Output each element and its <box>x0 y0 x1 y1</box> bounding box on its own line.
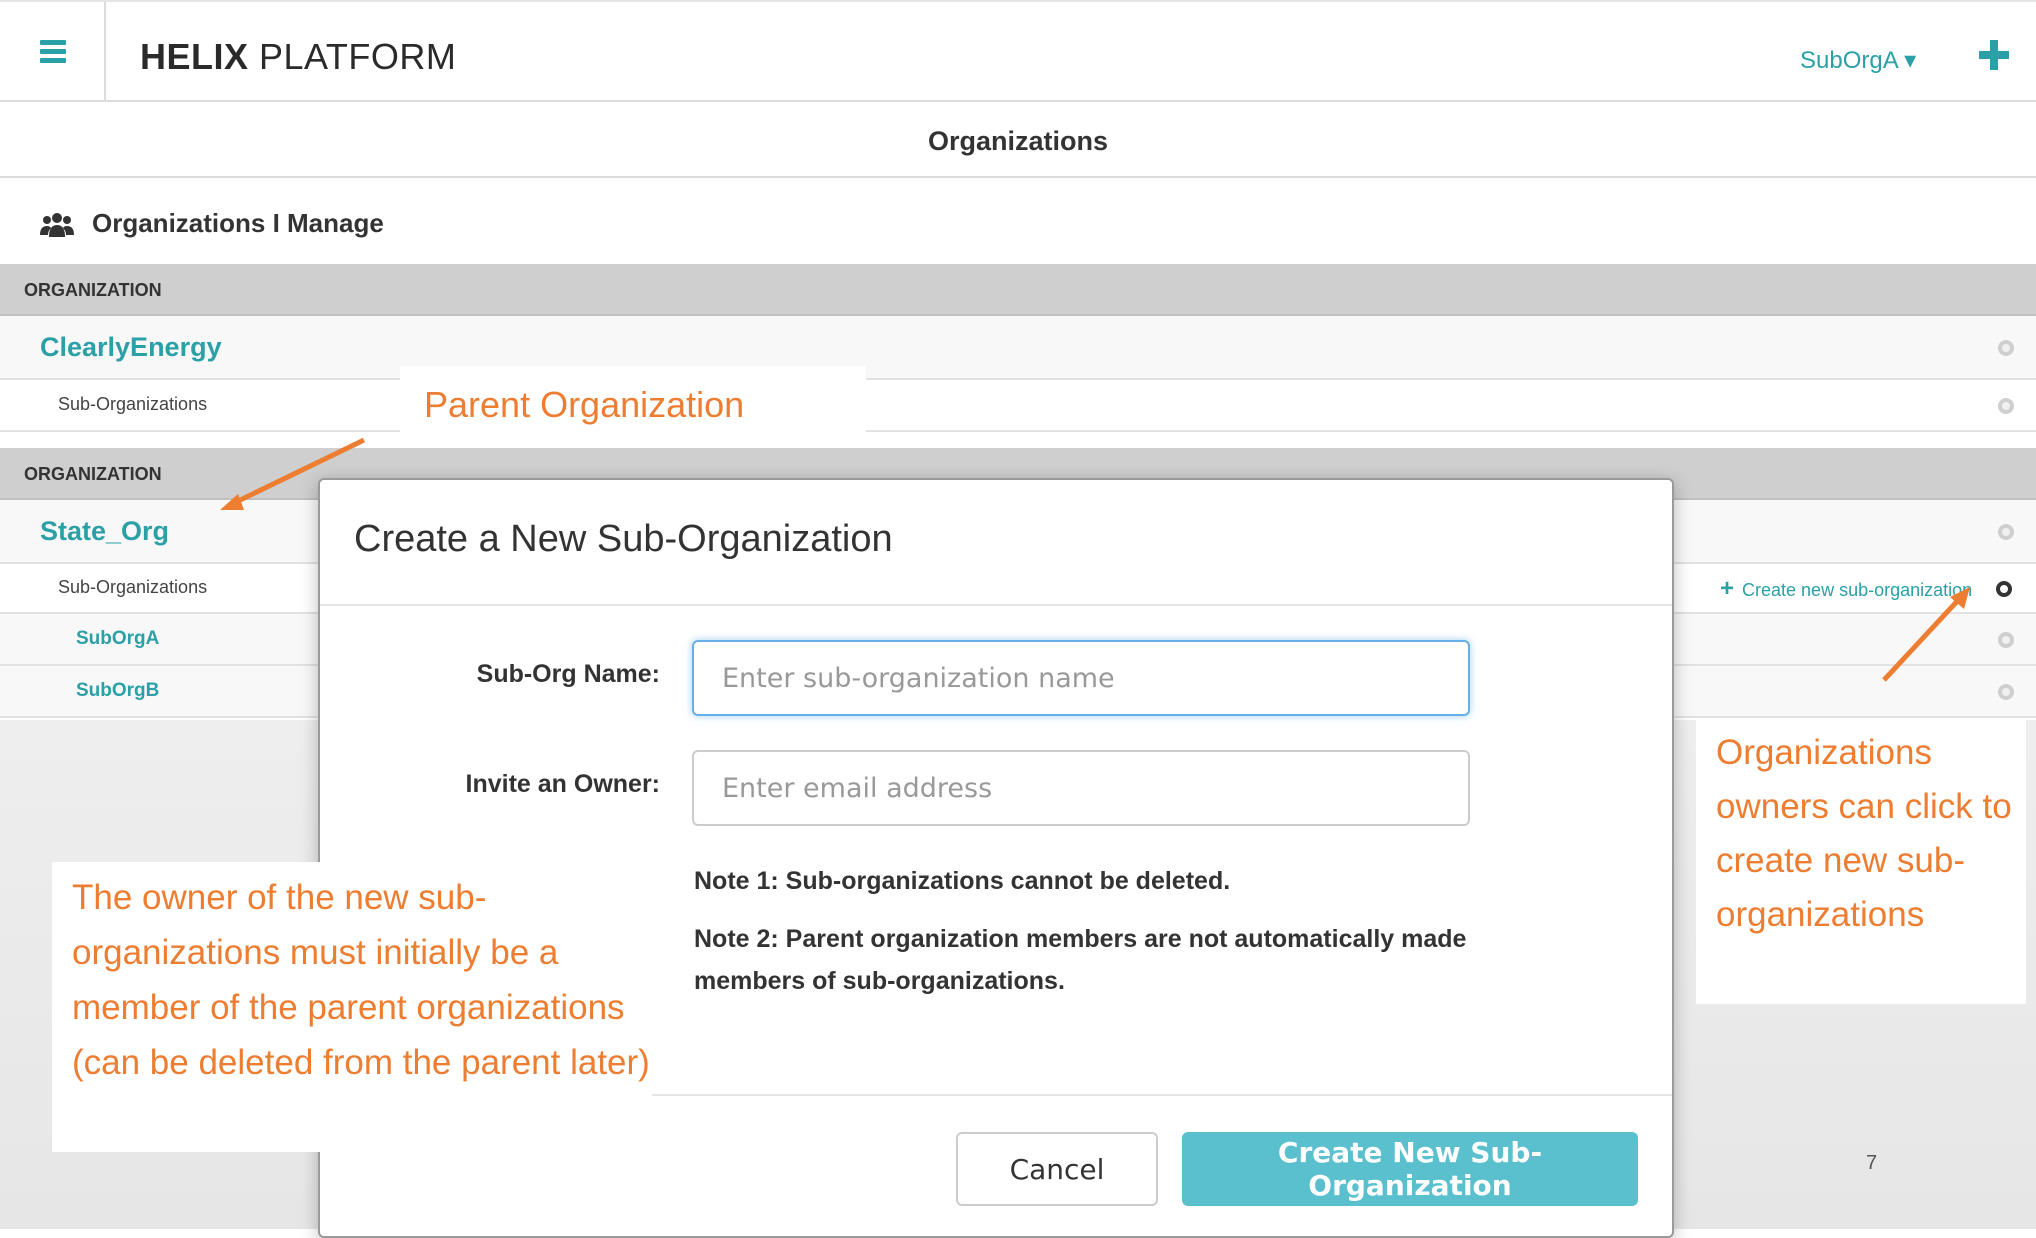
create-sub-org-link[interactable]: + Create new sub-organization <box>1720 575 1972 603</box>
org-table-header: ORGANIZATION <box>0 264 2036 316</box>
sub-org-name-input[interactable] <box>692 640 1470 716</box>
sub-org-name-label: Sub-Org Name: <box>476 660 660 688</box>
gear-icon[interactable] <box>1998 340 2014 356</box>
org-row: ClearlyEnergy <box>0 316 2036 380</box>
gear-icon[interactable] <box>1998 398 2014 414</box>
modal-title: Create a New Sub-Organization <box>354 518 893 560</box>
annotation-owners-create: Organizations owners can click to create… <box>1696 718 2026 1004</box>
sub-organizations-label: Sub-Organizations <box>58 394 208 414</box>
plus-icon[interactable] <box>1979 40 2009 70</box>
brand-logo[interactable]: HELIX PLATFORM <box>140 36 456 78</box>
hamburger-menu-icon[interactable] <box>0 2 106 102</box>
annotation-parent-org: Parent Organization <box>400 366 866 432</box>
page-title: Organizations <box>927 126 1109 156</box>
note-2: Note 2: Parent organization members are … <box>694 925 1467 995</box>
gear-icon[interactable] <box>1996 581 2012 597</box>
plus-icon: + <box>1720 575 1735 602</box>
page-title-bar: Organizations <box>0 102 2036 178</box>
org-switcher-dropdown[interactable]: SubOrgA ▾ <box>1800 46 1916 75</box>
sub-org-link[interactable]: SubOrgA <box>76 628 159 650</box>
owner-email-input[interactable] <box>692 750 1470 826</box>
cancel-button[interactable]: Cancel <box>956 1132 1158 1206</box>
org-name-link[interactable]: State_Org <box>40 516 169 547</box>
note-1: Note 1: Sub-organizations cannot be dele… <box>694 867 1231 895</box>
create-sub-org-button[interactable]: Create New Sub-Organization <box>1182 1132 1638 1206</box>
annotation-owner-note: The owner of the new sub-organizations m… <box>52 862 652 1152</box>
slide-number: 7 <box>1866 1152 1878 1174</box>
sub-organizations-label: Sub-Organizations <box>58 577 208 597</box>
sub-org-row: Sub-Organizations <box>0 380 2036 432</box>
sub-org-link[interactable]: SubOrgB <box>76 680 159 702</box>
users-icon <box>40 213 74 238</box>
gear-icon[interactable] <box>1998 524 2014 540</box>
gear-icon[interactable] <box>1998 632 2014 648</box>
top-navbar: HELIX PLATFORM SubOrgA ▾ <box>0 0 2036 102</box>
section-heading: Organizations I Manage <box>40 208 384 239</box>
divider <box>320 604 1672 606</box>
gear-icon[interactable] <box>1998 684 2014 700</box>
org-name-link[interactable]: ClearlyEnergy <box>40 332 222 363</box>
invite-owner-label: Invite an Owner: <box>465 770 660 798</box>
